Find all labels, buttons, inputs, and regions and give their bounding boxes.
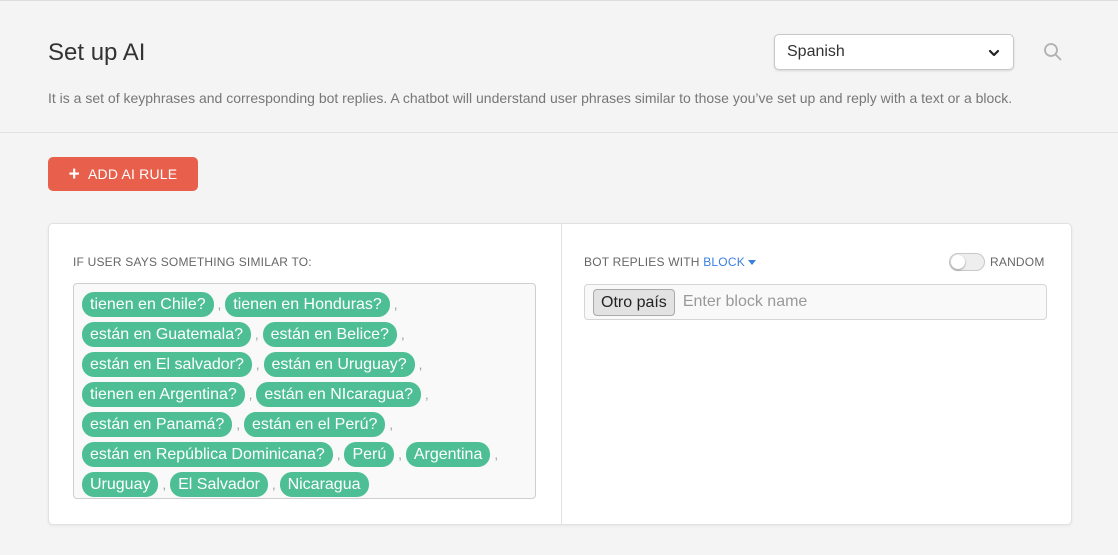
phrase-tag[interactable]: están en Guatemala?: [82, 321, 251, 347]
phrase-tag[interactable]: tienen en Honduras?: [225, 291, 390, 317]
selected-block-chip[interactable]: Otro país: [593, 288, 675, 316]
phrase-tag[interactable]: están en Panamá?: [82, 411, 233, 437]
plus-icon: +: [68, 163, 80, 185]
phrase-separator: ,: [248, 386, 253, 402]
phrase-separator: ,: [236, 416, 240, 432]
phrase-tag[interactable]: están en República Dominicana?: [82, 441, 333, 467]
phrase-row: están en El salvador?, están en Uruguay?,: [82, 349, 529, 379]
phrase-separator: ,: [494, 446, 498, 462]
block-name-placeholder: Enter block name: [682, 293, 808, 310]
page-title: Set up AI: [48, 39, 146, 66]
phrase-separator: ,: [271, 476, 276, 492]
phrases-input[interactable]: tienen en Chile?, tienen en Honduras?, est…: [73, 283, 536, 499]
phrase-tag[interactable]: están en el Perú?: [243, 411, 386, 437]
reply-type-label: BLOCK: [703, 255, 745, 269]
phrase-tag[interactable]: Nicaragua: [279, 471, 369, 497]
phrase-row: tienen en Argentina?, están en NIcaragua?…: [82, 379, 529, 409]
user-says-label: IF USER SAYS SOMETHING SIMILAR TO:: [73, 255, 312, 269]
phrase-separator: ,: [393, 296, 398, 312]
card-divider: [561, 224, 562, 524]
bot-replies-label: BOT REPLIES WITH BLOCK: [584, 255, 756, 269]
language-select-value: Spanish: [787, 43, 845, 60]
phrase-tag[interactable]: Uruguay: [82, 471, 159, 497]
phrase-separator: ,: [400, 326, 405, 342]
phrase-tag[interactable]: Argentina: [405, 441, 491, 467]
random-label: RANDOM: [990, 255, 1045, 269]
caret-down-icon: [747, 260, 756, 266]
language-select[interactable]: Spanish: [774, 34, 1014, 70]
phrase-separator: ,: [418, 356, 423, 372]
phrase-row: tienen en Chile?, tienen en Honduras?,: [82, 289, 529, 319]
phrase-tag[interactable]: Perú: [344, 441, 395, 467]
phrase-row: están en Guatemala?, están en Belice?,: [82, 319, 529, 349]
phrase-tag[interactable]: están en Uruguay?: [263, 351, 415, 377]
phrase-tag[interactable]: tienen en Chile?: [82, 291, 214, 317]
block-name-input[interactable]: Otro país Enter block name: [584, 284, 1047, 320]
bot-replies-text: BOT REPLIES WITH: [584, 255, 700, 269]
page-header: Set up AI Spanish It is a set of keyphra…: [0, 0, 1118, 133]
phrase-row: están en Panamá?, están en el Perú?,: [82, 409, 529, 439]
ai-rule-card: IF USER SAYS SOMETHING SIMILAR TO: tiene…: [48, 223, 1072, 525]
phrase-separator: ,: [398, 446, 402, 462]
search-icon[interactable]: [1043, 42, 1063, 62]
phrase-row: Uruguay, El Salvador, Nicaragua: [82, 469, 529, 499]
chevron-down-icon: [988, 49, 1000, 57]
reply-type-dropdown[interactable]: BLOCK: [703, 255, 756, 269]
phrase-tag[interactable]: están en NIcaragua?: [256, 381, 421, 407]
add-ai-rule-button[interactable]: + ADD AI RULE: [48, 157, 198, 191]
phrase-separator: ,: [424, 386, 429, 402]
phrase-tag[interactable]: El Salvador: [170, 471, 268, 497]
phrase-separator: ,: [217, 296, 222, 312]
phrase-separator: ,: [336, 446, 341, 462]
random-toggle[interactable]: [949, 253, 985, 271]
phrase-tag[interactable]: tienen en Argentina?: [82, 381, 245, 407]
page-description: It is a set of keyphrases and correspond…: [48, 90, 1013, 106]
phrase-row: están en República Dominicana?, Perú, Arge…: [82, 439, 529, 469]
phrase-separator: ,: [162, 476, 167, 492]
add-ai-rule-label: ADD AI RULE: [87, 166, 178, 182]
phrase-tag[interactable]: están en El salvador?: [82, 351, 252, 377]
phrase-separator: ,: [255, 356, 260, 372]
toggle-knob: [951, 255, 965, 269]
phrase-separator: ,: [255, 326, 259, 342]
phrase-tag[interactable]: están en Belice?: [262, 321, 397, 347]
phrase-separator: ,: [389, 416, 393, 432]
